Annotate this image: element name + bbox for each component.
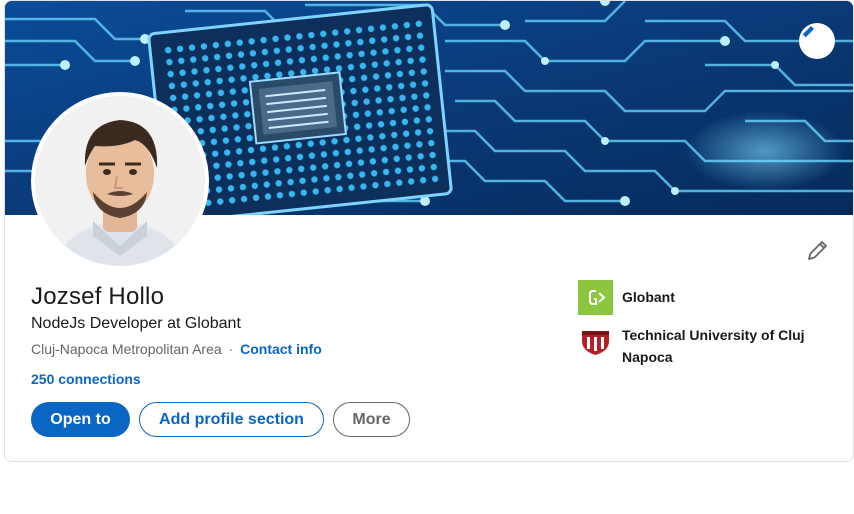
education-item-utcn[interactable]: Technical University of Cluj Napoca [578, 323, 832, 368]
pencil-icon [808, 241, 827, 260]
open-to-button[interactable]: Open to [31, 402, 130, 437]
education-school-name: Technical University of Cluj Napoca [622, 327, 805, 365]
profile-photo[interactable] [31, 92, 209, 270]
profile-name: Jozsef Hollo [31, 283, 165, 310]
more-button[interactable]: More [333, 402, 410, 437]
edit-intro-button[interactable] [803, 235, 833, 265]
avatar [35, 96, 205, 266]
university-crest-logo [578, 323, 613, 358]
profile-card: Jozsef Hollo NodeJs Developer at Globant… [4, 0, 854, 462]
experience-company-name: Globant [622, 289, 675, 305]
experience-item-globant[interactable]: Globant [578, 280, 832, 315]
connections-link[interactable]: 250 connections [31, 371, 141, 387]
globant-logo [578, 280, 613, 315]
edit-banner-button[interactable] [799, 23, 835, 59]
separator: · [228, 341, 234, 357]
contact-info-link[interactable]: Contact info [240, 341, 322, 357]
location-row: Cluj-Napoca Metropolitan Area · Contact … [31, 341, 322, 357]
add-profile-section-button[interactable]: Add profile section [139, 402, 324, 437]
profile-headline: NodeJs Developer at Globant [31, 315, 241, 332]
profile-location: Cluj-Napoca Metropolitan Area [31, 341, 222, 357]
pencil-icon [802, 26, 814, 38]
